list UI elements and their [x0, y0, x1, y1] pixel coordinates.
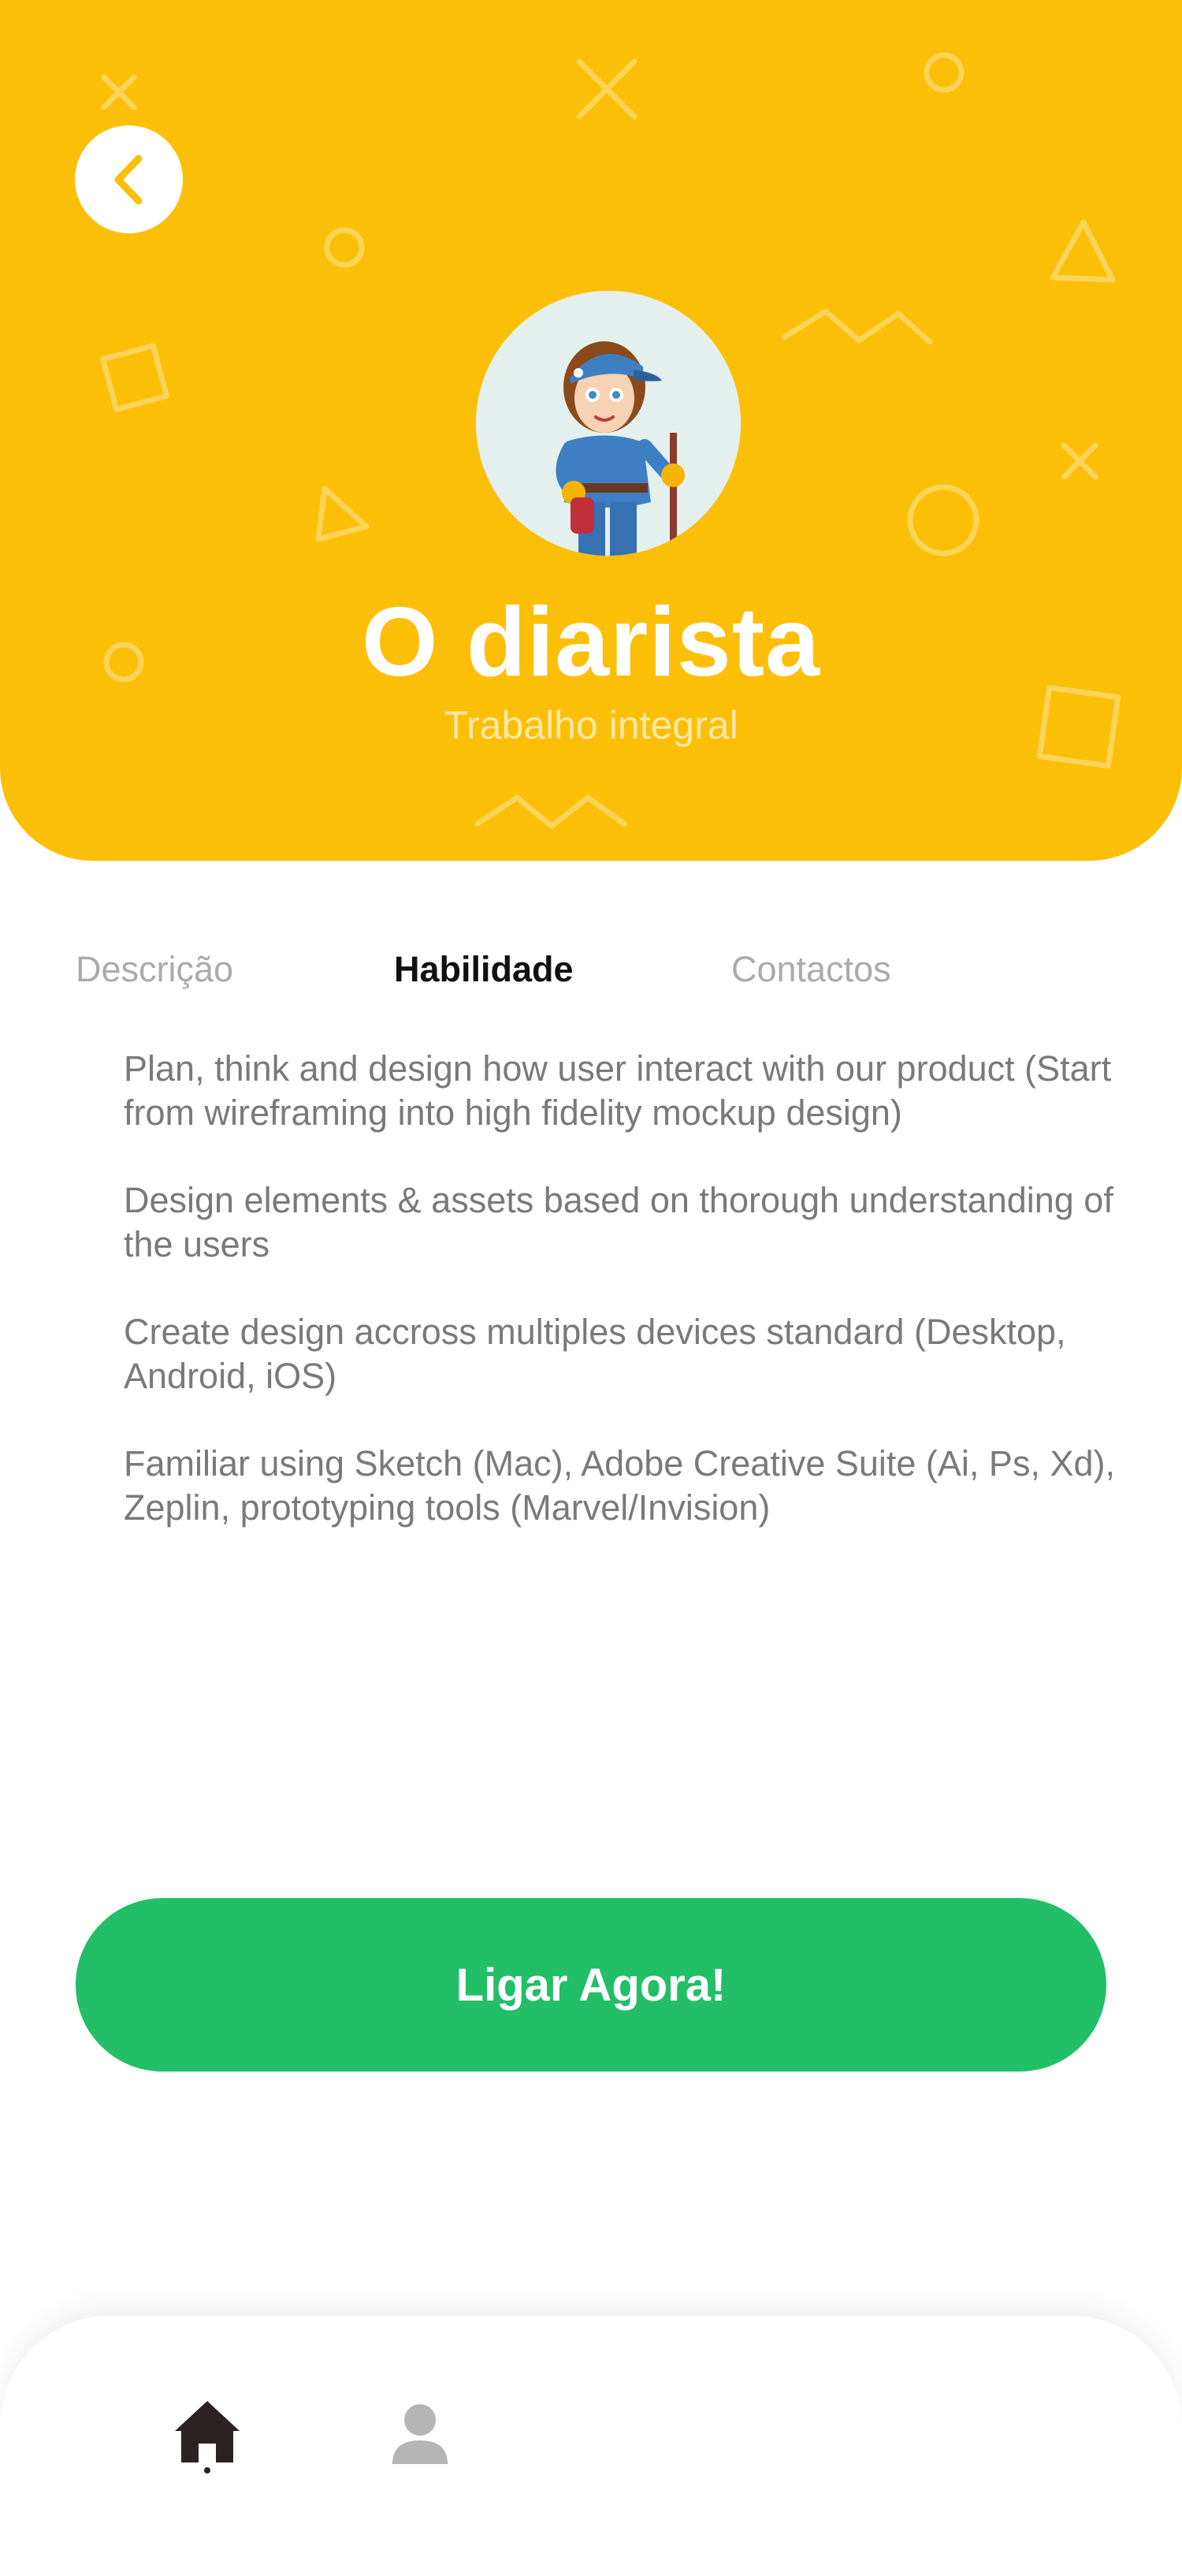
- skill-item: Plan, think and design how user interact…: [124, 1048, 1112, 1133]
- home-icon[interactable]: [172, 2398, 243, 2474]
- call-now-button[interactable]: Ligar Agora!: [76, 1898, 1106, 2072]
- cleaning-lady-avatar: [476, 291, 741, 556]
- tab-habilidade[interactable]: Habilidade: [394, 942, 574, 997]
- tab-bar: Descrição Habilidade Contactos: [0, 942, 1182, 997]
- avatar: [476, 291, 741, 556]
- chevron-left-icon: [114, 154, 142, 204]
- tab-contactos[interactable]: Contactos: [731, 942, 891, 997]
- skill-item: Design elements & assets based on thorou…: [124, 1180, 1113, 1264]
- profile-header: O diarista Trabalho integral: [0, 0, 1182, 861]
- skills-list: Plan, think and design how user interact…: [124, 1047, 1124, 1573]
- user-icon[interactable]: [389, 2403, 451, 2466]
- skill-item: Familiar using Sketch (Mac), Adobe Creat…: [124, 1443, 1115, 1528]
- skill-item: Create design accross multiples devices …: [124, 1312, 1066, 1396]
- bottom-nav: [0, 2316, 1182, 2576]
- tab-descricao[interactable]: Descrição: [76, 942, 233, 997]
- page-subtitle: Trabalho integral: [444, 703, 738, 747]
- page-title: O diarista: [362, 588, 820, 697]
- back-button[interactable]: [75, 125, 183, 233]
